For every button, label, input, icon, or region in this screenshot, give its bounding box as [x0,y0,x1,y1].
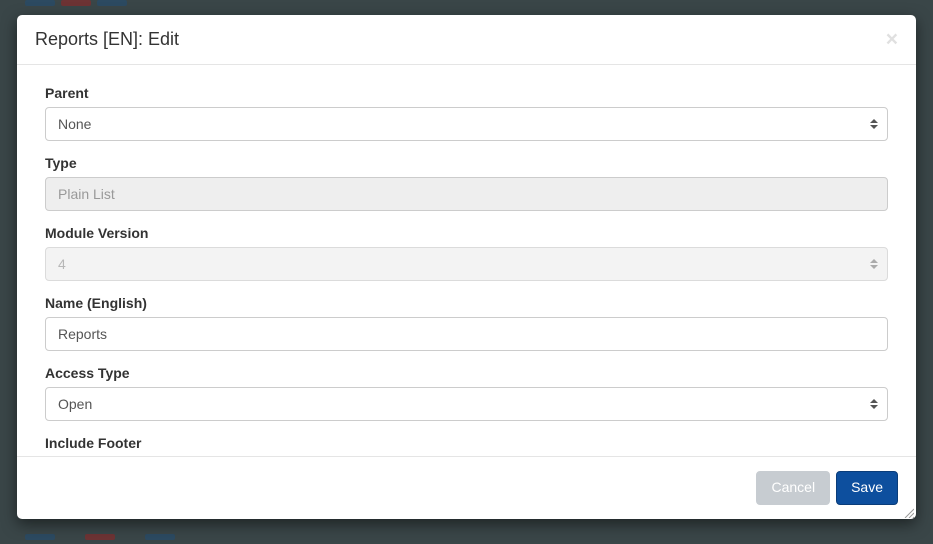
access-type-select[interactable]: Open [45,387,888,421]
field-module-version: Module Version 4 [45,225,888,281]
field-access-type: Access Type Open [45,365,888,421]
cancel-button[interactable]: Cancel [756,471,830,505]
modal-body: Parent None Type Module Version 4 Name ( [17,65,916,456]
type-input [45,177,888,211]
parent-select[interactable]: None [45,107,888,141]
access-type-label: Access Type [45,365,888,381]
field-name-english: Name (English) [45,295,888,351]
modal-footer: Cancel Save [17,456,916,519]
type-label: Type [45,155,888,171]
close-icon: × [886,28,898,51]
save-button[interactable]: Save [836,471,898,505]
field-type: Type [45,155,888,211]
name-english-input[interactable] [45,317,888,351]
include-footer-label: Include Footer [45,435,888,451]
close-button[interactable]: × [886,29,898,50]
module-version-select: 4 [45,247,888,281]
parent-label: Parent [45,85,888,101]
modal-title: Reports [EN]: Edit [35,29,179,50]
field-include-footer: Include Footer No [45,435,888,456]
name-english-label: Name (English) [45,295,888,311]
module-version-label: Module Version [45,225,888,241]
resize-handle-icon [902,505,914,517]
modal-header: Reports [EN]: Edit × [17,15,916,65]
field-parent: Parent None [45,85,888,141]
edit-modal: Reports [EN]: Edit × Parent None Type Mo… [17,15,916,519]
